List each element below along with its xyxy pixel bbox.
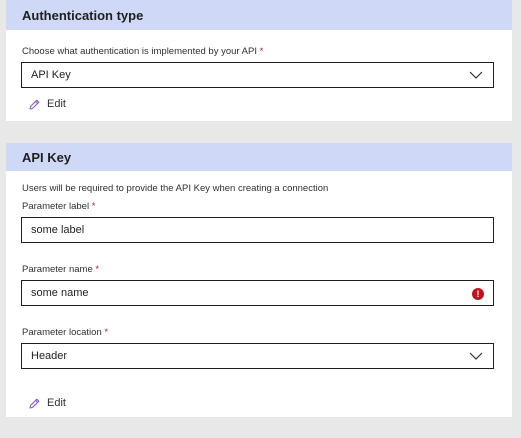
chevron-down-icon [469,71,483,79]
auth-edit-button[interactable]: Edit [28,96,66,112]
authentication-type-label: Choose what authentication is implemente… [22,46,264,57]
required-asterisk: * [259,46,264,57]
parameter-name-value: some name [31,287,89,299]
api-key-header: API Key [6,143,512,171]
parameter-name-label: Parameter name * [22,264,100,275]
error-icon: ! [472,288,484,300]
apikey-edit-button[interactable]: Edit [28,395,66,411]
authentication-type-dropdown[interactable]: API Key [21,62,494,88]
api-key-description: Users will be required to provide the AP… [22,183,329,194]
parameter-location-label: Parameter location * [22,327,109,338]
parameter-label-input[interactable]: some label [21,217,494,243]
authentication-type-card: Authentication type Choose what authenti… [6,0,512,121]
authentication-type-title: Authentication type [22,7,144,23]
required-asterisk: * [95,264,100,275]
pencil-icon [29,99,40,110]
pencil-icon [29,398,40,409]
authentication-type-selected: API Key [31,69,71,81]
required-asterisk: * [104,327,109,338]
parameter-name-input[interactable]: some name ! [21,280,494,306]
required-asterisk: * [91,201,96,212]
parameter-label-label: Parameter label * [22,201,96,212]
auth-edit-label: Edit [47,98,66,110]
parameter-label-value: some label [31,224,85,236]
api-key-card: API Key Users will be required to provid… [6,143,512,417]
authentication-type-header: Authentication type [6,0,512,30]
apikey-edit-label: Edit [47,397,66,409]
parameter-location-selected: Header [31,350,68,362]
parameter-location-dropdown[interactable]: Header [21,343,494,369]
api-key-title: API Key [22,149,72,165]
chevron-down-icon [469,352,483,360]
